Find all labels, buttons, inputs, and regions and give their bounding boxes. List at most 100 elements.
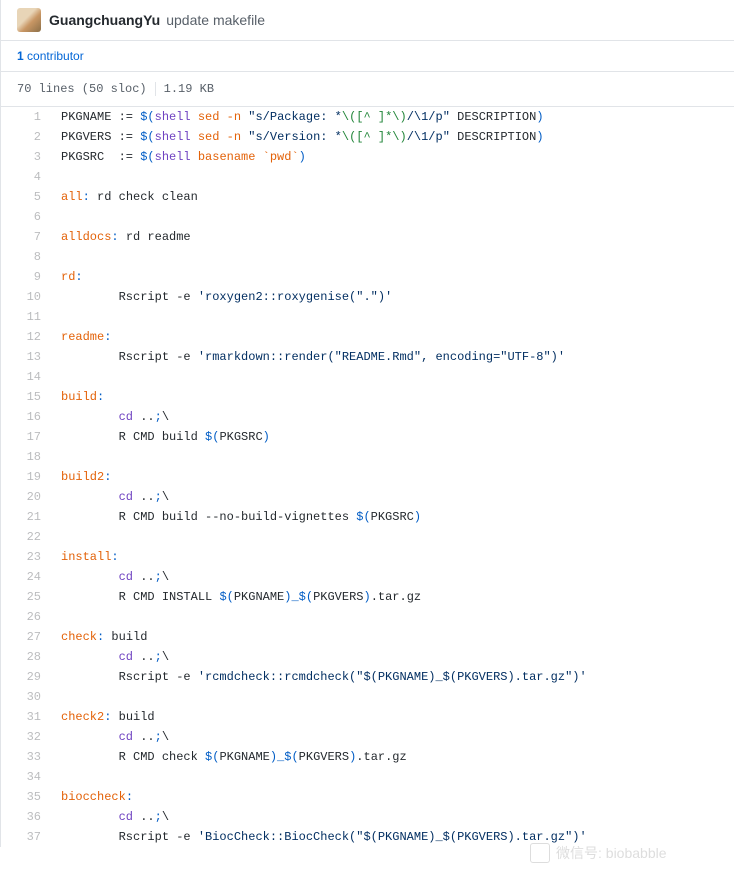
line-number[interactable]: 12 [1,327,51,347]
code-line: 11 [1,307,734,327]
code-cell[interactable]: Rscript -e 'rcmdcheck::rcmdcheck("$(PKGN… [51,667,734,687]
code-line: 12readme: [1,327,734,347]
commit-bar: GuangchuangYu update makefile [1,0,734,41]
code-cell[interactable]: PKGSRC := $(shell basename `pwd`) [51,147,734,167]
code-cell[interactable] [51,447,734,467]
code-line: 31check2: build [1,707,734,727]
line-number[interactable]: 29 [1,667,51,687]
code-cell[interactable] [51,367,734,387]
code-cell[interactable]: R CMD build --no-build-vignettes $(PKGSR… [51,507,734,527]
line-number[interactable]: 14 [1,367,51,387]
line-number[interactable]: 8 [1,247,51,267]
code-cell[interactable] [51,207,734,227]
line-number[interactable]: 15 [1,387,51,407]
code-line: 7alldocs: rd readme [1,227,734,247]
line-number[interactable]: 13 [1,347,51,367]
code-cell[interactable] [51,687,734,707]
code-cell[interactable]: R CMD build $(PKGSRC) [51,427,734,447]
line-number[interactable]: 6 [1,207,51,227]
code-cell[interactable]: cd ..;\ [51,647,734,667]
code-cell[interactable]: cd ..;\ [51,727,734,747]
line-number[interactable]: 1 [1,107,51,127]
code-cell[interactable]: cd ..;\ [51,807,734,827]
code-line: 21 R CMD build --no-build-vignettes $(PK… [1,507,734,527]
code-line: 25 R CMD INSTALL $(PKGNAME)_$(PKGVERS).t… [1,587,734,607]
line-number[interactable]: 23 [1,547,51,567]
code-cell[interactable]: cd ..;\ [51,567,734,587]
line-number[interactable]: 35 [1,787,51,807]
line-number[interactable]: 24 [1,567,51,587]
line-number[interactable]: 10 [1,287,51,307]
code-cell[interactable]: Rscript -e 'roxygen2::roxygenise(".")' [51,287,734,307]
code-cell[interactable]: PKGVERS := $(shell sed -n "s/Version: *\… [51,127,734,147]
code-cell[interactable]: PKGNAME := $(shell sed -n "s/Package: *\… [51,107,734,127]
code-cell[interactable]: alldocs: rd readme [51,227,734,247]
code-cell[interactable]: all: rd check clean [51,187,734,207]
code-line: 35bioccheck: [1,787,734,807]
code-cell[interactable] [51,307,734,327]
code-line: 1PKGNAME := $(shell sed -n "s/Package: *… [1,107,734,127]
code-cell[interactable]: bioccheck: [51,787,734,807]
code-cell[interactable]: build2: [51,467,734,487]
file-size: 1.19 KB [164,82,214,96]
author-link[interactable]: GuangchuangYu [49,12,160,28]
line-number[interactable]: 36 [1,807,51,827]
line-number[interactable]: 19 [1,467,51,487]
code-cell[interactable]: R CMD check $(PKGNAME)_$(PKGVERS).tar.gz [51,747,734,767]
line-number[interactable]: 11 [1,307,51,327]
contributors-bar: 1 contributor [1,41,734,72]
code-line: 28 cd ..;\ [1,647,734,667]
line-number[interactable]: 7 [1,227,51,247]
wechat-icon [530,843,550,863]
code-cell[interactable]: build: [51,387,734,407]
line-number[interactable]: 25 [1,587,51,607]
line-number[interactable]: 5 [1,187,51,207]
line-number[interactable]: 27 [1,627,51,647]
line-number[interactable]: 2 [1,127,51,147]
code-cell[interactable]: check: build [51,627,734,647]
code-cell[interactable]: cd ..;\ [51,407,734,427]
code-cell[interactable]: install: [51,547,734,567]
code-line: 26 [1,607,734,627]
line-number[interactable]: 20 [1,487,51,507]
line-number[interactable]: 9 [1,267,51,287]
code-cell[interactable] [51,527,734,547]
author-avatar[interactable] [17,8,41,32]
line-number[interactable]: 26 [1,607,51,627]
contributors-link[interactable]: 1 contributor [17,49,84,63]
line-number[interactable]: 31 [1,707,51,727]
line-count: 70 lines (50 sloc) [17,82,147,96]
line-number[interactable]: 3 [1,147,51,167]
code-cell[interactable]: check2: build [51,707,734,727]
line-number[interactable]: 32 [1,727,51,747]
code-line: 13 Rscript -e 'rmarkdown::render("README… [1,347,734,367]
line-number[interactable]: 18 [1,447,51,467]
line-number[interactable]: 4 [1,167,51,187]
code-line: 16 cd ..;\ [1,407,734,427]
line-number[interactable]: 16 [1,407,51,427]
code-cell[interactable]: R CMD INSTALL $(PKGNAME)_$(PKGVERS).tar.… [51,587,734,607]
code-line: 30 [1,687,734,707]
code-line: 20 cd ..;\ [1,487,734,507]
line-number[interactable]: 17 [1,427,51,447]
code-cell[interactable] [51,167,734,187]
line-number[interactable]: 37 [1,827,51,847]
code-cell[interactable] [51,607,734,627]
line-number[interactable]: 28 [1,647,51,667]
code-cell[interactable]: cd ..;\ [51,487,734,507]
code-line: 24 cd ..;\ [1,567,734,587]
code-cell[interactable] [51,247,734,267]
line-number[interactable]: 30 [1,687,51,707]
code-cell[interactable] [51,767,734,787]
code-cell[interactable]: Rscript -e 'rmarkdown::render("README.Rm… [51,347,734,367]
line-number[interactable]: 34 [1,767,51,787]
commit-message-link[interactable]: update makefile [166,12,265,28]
line-number[interactable]: 33 [1,747,51,767]
code-line: 9rd: [1,267,734,287]
code-cell[interactable]: rd: [51,267,734,287]
code-cell[interactable]: readme: [51,327,734,347]
line-number[interactable]: 21 [1,507,51,527]
code-line: 22 [1,527,734,547]
code-line: 14 [1,367,734,387]
line-number[interactable]: 22 [1,527,51,547]
